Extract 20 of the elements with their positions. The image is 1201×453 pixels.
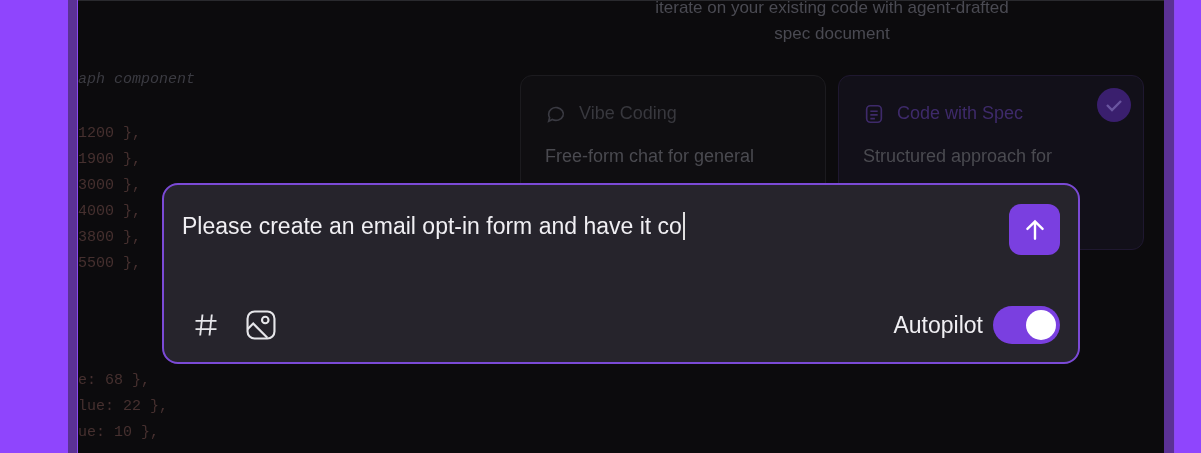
send-button[interactable] — [1009, 204, 1060, 255]
check-icon — [1097, 88, 1131, 122]
code-line: e: 68 }, — [78, 371, 150, 391]
code-line: 1900 }, — [78, 150, 141, 170]
autopilot-label: Autopilot — [893, 310, 983, 340]
image-icon[interactable] — [244, 308, 278, 342]
code-line: 5500 }, — [78, 254, 141, 274]
code-line: 3000 }, — [78, 176, 141, 196]
intro-text: iterate on your existing code with agent-drafted — [655, 0, 1009, 19]
code-line: 4000 }, — [78, 202, 141, 222]
intro-text: spec document — [774, 23, 890, 45]
code-line: 1200 }, — [78, 124, 141, 144]
mode-description: Structured approach for — [863, 145, 1054, 168]
code-line: lue: 22 }, — [78, 397, 168, 417]
code-line: 3800 }, — [78, 228, 141, 248]
code-line: ue: 10 }, — [78, 423, 159, 443]
document-icon — [863, 102, 885, 125]
mode-title: Code with Spec — [897, 102, 1024, 125]
mode-description: Free-form chat for general — [545, 145, 756, 168]
autopilot-toggle[interactable] — [993, 306, 1060, 344]
